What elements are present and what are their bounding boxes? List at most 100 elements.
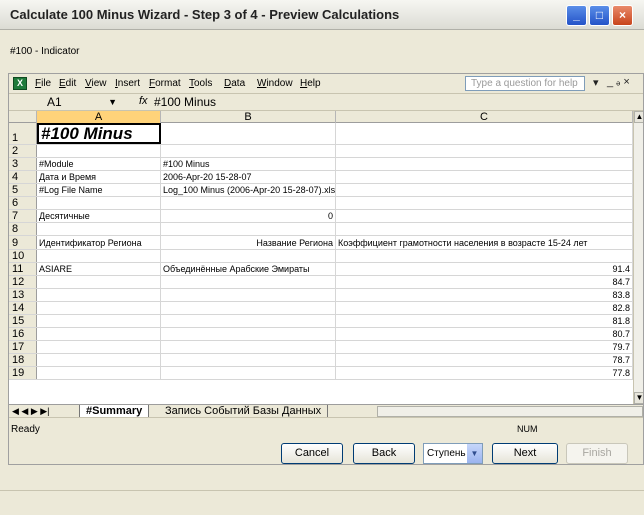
close-button[interactable]: × — [612, 5, 633, 26]
vertical-scrollbar[interactable]: ▲ ▼ — [633, 111, 643, 404]
scroll-down-icon[interactable]: ▼ — [634, 392, 643, 404]
maximize-button[interactable]: □ — [589, 5, 610, 26]
row-header[interactable]: 12 — [9, 276, 37, 288]
step-select[interactable]: Ступень 3 ▼ — [423, 443, 483, 464]
cell-a14[interactable] — [37, 302, 161, 314]
menu-file[interactable]: File — [35, 78, 51, 89]
cell-c15[interactable]: 81.8 — [336, 315, 633, 327]
cell-c5[interactable] — [336, 184, 633, 196]
formula-input[interactable]: #100 Minus — [154, 95, 216, 109]
function-icon[interactable]: fx — [139, 95, 148, 107]
cell-a15[interactable] — [37, 315, 161, 327]
minimize-button[interactable]: _ — [566, 5, 587, 26]
cell-a19[interactable] — [37, 367, 161, 379]
row-header[interactable]: 15 — [9, 315, 37, 327]
row-header[interactable]: 17 — [9, 341, 37, 353]
sheet-nav-arrows[interactable]: ◀ ◀ ▶ ▶| — [12, 405, 50, 417]
cell-c19[interactable]: 77.8 — [336, 367, 633, 379]
cell-c3[interactable] — [336, 158, 633, 170]
cell-a11[interactable]: ASIARE — [37, 263, 161, 275]
menu-format[interactable]: Format — [149, 78, 181, 89]
select-all-corner[interactable] — [9, 111, 37, 123]
cell-a18[interactable] — [37, 354, 161, 366]
workbook-window-controls[interactable]: _ ₔ × — [607, 76, 630, 88]
cell-a8[interactable] — [37, 223, 161, 235]
cell-a6[interactable] — [37, 197, 161, 209]
cell-a3[interactable]: #Module — [37, 158, 161, 170]
cell-b8[interactable] — [161, 223, 336, 235]
cell-b6[interactable] — [161, 197, 336, 209]
cell-b3[interactable]: #100 Minus — [161, 158, 336, 170]
cell-b14[interactable] — [161, 302, 336, 314]
row-header[interactable]: 19 — [9, 367, 37, 379]
cell-c9[interactable]: Коэффициент грамотности населения в возр… — [336, 236, 633, 249]
cell-a10[interactable] — [37, 250, 161, 262]
row-header[interactable]: 10 — [9, 250, 37, 262]
cell-b18[interactable] — [161, 354, 336, 366]
cell-b13[interactable] — [161, 289, 336, 301]
menu-window[interactable]: Window — [257, 78, 293, 89]
cell-c8[interactable] — [336, 223, 633, 235]
row-header[interactable]: 18 — [9, 354, 37, 366]
cell-c6[interactable] — [336, 197, 633, 209]
help-dropdown-icon[interactable]: ▾ — [593, 76, 599, 89]
cell-b17[interactable] — [161, 341, 336, 353]
row-header[interactable]: 3 — [9, 158, 37, 170]
menu-view[interactable]: View — [85, 78, 107, 89]
cell-a2[interactable] — [37, 145, 161, 157]
cell-a1[interactable]: #100 Minus — [37, 123, 161, 144]
step-dropdown-icon[interactable]: ▼ — [467, 444, 482, 463]
row-header[interactable]: 8 — [9, 223, 37, 235]
cell-a16[interactable] — [37, 328, 161, 340]
cell-b4[interactable]: 2006-Apr-20 15-28-07 — [161, 171, 336, 183]
cell-b9[interactable]: Название Региона — [161, 236, 336, 249]
row-header[interactable]: 6 — [9, 197, 37, 209]
excel-icon[interactable]: X — [13, 77, 27, 90]
cell-c2[interactable] — [336, 145, 633, 157]
cell-c7[interactable] — [336, 210, 633, 222]
cell-c17[interactable]: 79.7 — [336, 341, 633, 353]
cell-b7[interactable]: 0 — [161, 210, 336, 222]
cell-c4[interactable] — [336, 171, 633, 183]
next-button[interactable]: Next — [492, 443, 558, 464]
menu-insert[interactable]: Insert — [115, 78, 140, 89]
name-box-dropdown-icon[interactable]: ▼ — [108, 95, 117, 110]
name-box[interactable]: A1 ▼ — [11, 95, 121, 110]
row-header[interactable]: 4 — [9, 171, 37, 183]
column-header-a[interactable]: A — [37, 111, 161, 123]
cell-b2[interactable] — [161, 145, 336, 157]
cell-a4[interactable]: Дата и Время — [37, 171, 161, 183]
column-header-c[interactable]: C — [336, 111, 633, 123]
row-header[interactable]: 5 — [9, 184, 37, 196]
cell-c14[interactable]: 82.8 — [336, 302, 633, 314]
cell-a17[interactable] — [37, 341, 161, 353]
back-button[interactable]: Back — [353, 443, 415, 464]
help-search-input[interactable]: Type a question for help — [465, 76, 585, 91]
cell-b10[interactable] — [161, 250, 336, 262]
row-header[interactable]: 2 — [9, 145, 37, 157]
cell-c11[interactable]: 91.4 — [336, 263, 633, 275]
cell-a9[interactable]: Идентификатор Региона — [37, 236, 161, 249]
cell-c1[interactable] — [336, 123, 633, 144]
cell-c10[interactable] — [336, 250, 633, 262]
cell-b19[interactable] — [161, 367, 336, 379]
cell-b1[interactable] — [161, 123, 336, 144]
cancel-button[interactable]: Cancel — [281, 443, 343, 464]
horizontal-scrollbar[interactable] — [377, 406, 643, 417]
row-header[interactable]: 1 — [9, 123, 37, 144]
row-header[interactable]: 11 — [9, 263, 37, 275]
cell-c12[interactable]: 84.7 — [336, 276, 633, 288]
cell-c13[interactable]: 83.8 — [336, 289, 633, 301]
row-header[interactable]: 7 — [9, 210, 37, 222]
cell-a13[interactable] — [37, 289, 161, 301]
menu-data[interactable]: Data — [224, 78, 245, 89]
row-header[interactable]: 16 — [9, 328, 37, 340]
cell-c16[interactable]: 80.7 — [336, 328, 633, 340]
column-header-b[interactable]: B — [161, 111, 336, 123]
scroll-up-icon[interactable]: ▲ — [634, 111, 643, 123]
cell-b12[interactable] — [161, 276, 336, 288]
menu-tools[interactable]: Tools — [189, 78, 212, 89]
cell-a12[interactable] — [37, 276, 161, 288]
row-header[interactable]: 14 — [9, 302, 37, 314]
cell-c18[interactable]: 78.7 — [336, 354, 633, 366]
